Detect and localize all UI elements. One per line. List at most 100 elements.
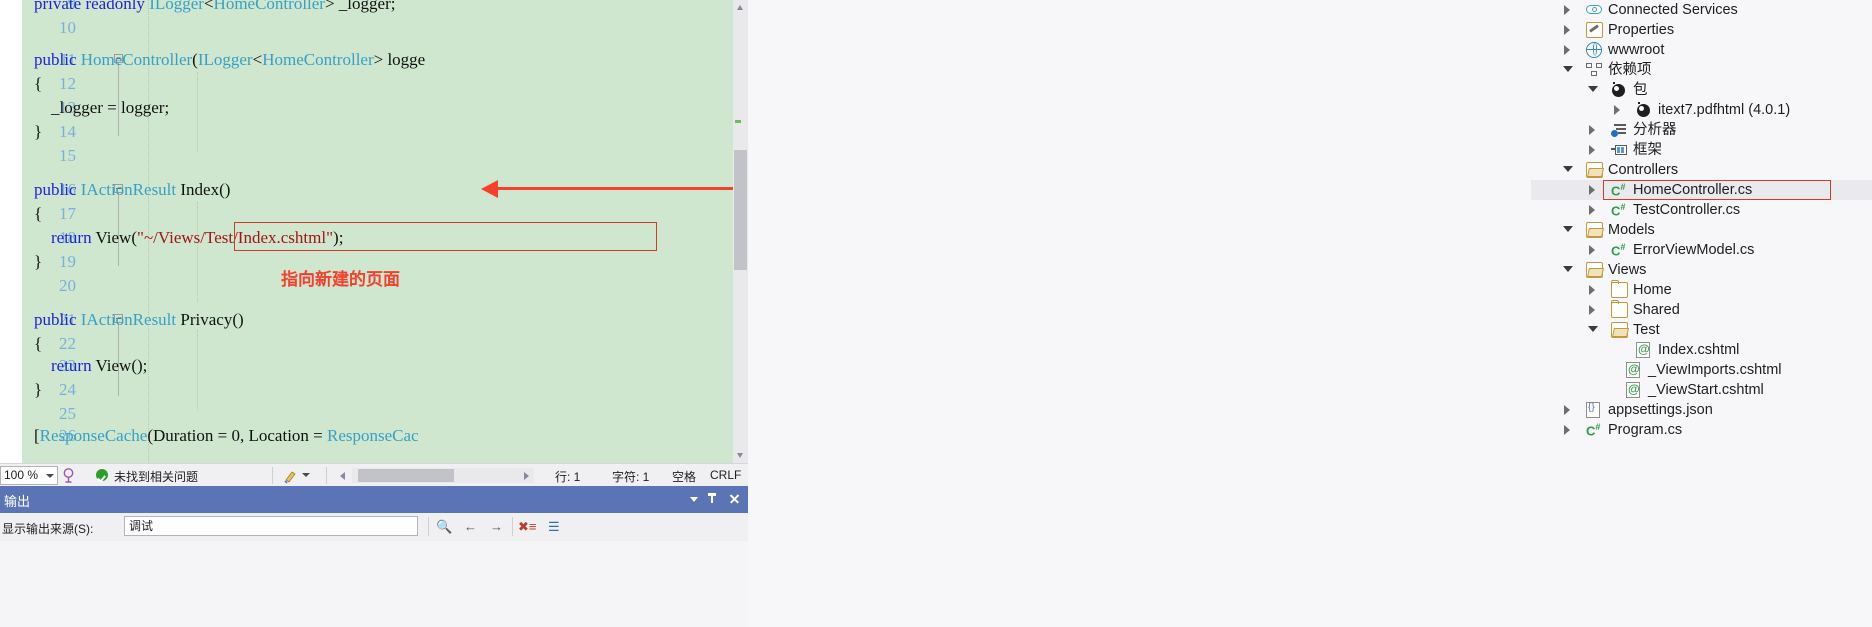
tree-node[interactable]: itext7.pdfhtml (4.0.1) bbox=[1531, 100, 1872, 120]
chevron-down-icon bbox=[737, 453, 743, 458]
tree-node[interactable]: Properties bbox=[1531, 20, 1872, 40]
hscroll-left-arrow[interactable] bbox=[340, 472, 345, 480]
code-line[interactable]: return View(); bbox=[0, 354, 147, 378]
code-line[interactable]: } bbox=[0, 250, 42, 274]
tree-node-label: TestController.cs bbox=[1633, 202, 1741, 218]
code-line[interactable]: _logger = logger; bbox=[0, 96, 169, 120]
folder-open-icon bbox=[1586, 162, 1603, 178]
output-dropdown-button[interactable] bbox=[686, 491, 702, 507]
change-marker bbox=[735, 120, 741, 123]
chevron-down-icon[interactable] bbox=[1563, 66, 1573, 72]
code-line[interactable]: return View("~/Views/Test/Index.cshtml")… bbox=[0, 226, 343, 250]
code-line[interactable]: } bbox=[0, 378, 42, 402]
chevron-right-icon[interactable] bbox=[1589, 125, 1595, 135]
editor-status-bar: 100 % 未找到相关问题 行: 1 字符: 1 空格 CRLF bbox=[0, 463, 748, 486]
code-line[interactable]: { bbox=[0, 72, 42, 96]
tree-node[interactable]: Controllers bbox=[1531, 160, 1872, 180]
code-line[interactable]: public IActionResult Index() bbox=[0, 178, 230, 202]
properties-icon bbox=[1586, 22, 1603, 38]
code-editor-pane: 9 10 11 12 13 14 15 16 17 18 19 20 21 22 23 24 25 26 priv… bbox=[0, 0, 748, 627]
output-source-label: 显示输出来源(S): bbox=[2, 522, 94, 536]
code-text-area[interactable]: 9 10 11 12 13 14 15 16 17 18 19 20 21 22 23 24 25 26 priv… bbox=[0, 0, 748, 463]
chevron-down-icon[interactable] bbox=[1588, 86, 1598, 92]
tree-node[interactable]: Views bbox=[1531, 260, 1872, 280]
scroll-up-button[interactable] bbox=[733, 0, 748, 15]
chevron-right-icon[interactable] bbox=[1589, 205, 1595, 215]
hscroll-right-arrow[interactable] bbox=[524, 472, 529, 480]
code-line[interactable]: [ResponseCache(Duration = 0, Location = … bbox=[0, 424, 419, 448]
find-icon[interactable]: 🔍 bbox=[436, 519, 452, 535]
chevron-right-icon[interactable] bbox=[1589, 185, 1595, 195]
tree-node[interactable]: 依赖项 bbox=[1531, 60, 1872, 80]
chevron-right-icon[interactable] bbox=[1589, 145, 1595, 155]
output-panel: 输出 显示输出来源(S): 调试 🔍 ← → ✖≡ ☰ bbox=[0, 486, 748, 627]
folder-open-icon bbox=[1611, 322, 1628, 338]
arrow-right-icon[interactable]: → bbox=[490, 519, 503, 534]
chevron-down-icon[interactable] bbox=[1563, 166, 1573, 172]
tree-node[interactable]: Models bbox=[1531, 220, 1872, 240]
intellicode-icon[interactable] bbox=[60, 467, 77, 484]
chevron-right-icon[interactable] bbox=[1564, 45, 1570, 55]
toggle-wordwrap-icon[interactable]: ☰ bbox=[548, 519, 560, 535]
zoom-level-combobox[interactable]: 100 % bbox=[0, 466, 58, 485]
scroll-down-button[interactable] bbox=[733, 448, 748, 463]
editor-vertical-scrollbar[interactable] bbox=[733, 0, 748, 463]
tree-node[interactable]: Connected Services bbox=[1531, 0, 1872, 20]
clear-all-icon[interactable]: ✖≡ bbox=[518, 519, 536, 535]
tree-node-selected[interactable]: C# HomeController.cs bbox=[1531, 180, 1872, 200]
tree-node[interactable]: C# Program.cs bbox=[1531, 420, 1872, 440]
chevron-right-icon[interactable] bbox=[1589, 305, 1595, 315]
tree-node-label: itext7.pdfhtml (4.0.1) bbox=[1658, 102, 1791, 118]
output-close-button[interactable] bbox=[726, 491, 742, 507]
chevron-right-icon[interactable] bbox=[1564, 25, 1570, 35]
tree-node[interactable]: 分析器 bbox=[1531, 120, 1872, 140]
code-line[interactable]: public IActionResult Privacy() bbox=[0, 308, 244, 332]
code-line[interactable]: public HomeController(ILogger<HomeContro… bbox=[0, 48, 425, 72]
status-separator bbox=[272, 467, 273, 484]
tree-node[interactable]: C# TestController.cs bbox=[1531, 200, 1872, 220]
code-line[interactable]: } bbox=[0, 120, 42, 144]
chevron-down-icon[interactable] bbox=[1563, 226, 1573, 232]
code-cleanup-icon[interactable] bbox=[283, 468, 299, 484]
tree-node-label: 分析器 bbox=[1633, 122, 1677, 138]
tree-node[interactable]: wwwroot bbox=[1531, 40, 1872, 60]
output-source-combobox[interactable]: 调试 bbox=[124, 516, 418, 536]
code-line[interactable]: { bbox=[0, 332, 42, 356]
code-line[interactable]: { bbox=[0, 202, 42, 226]
tree-node[interactable]: Home bbox=[1531, 280, 1872, 300]
tree-node[interactable]: _ViewStart.cshtml bbox=[1531, 380, 1872, 400]
chevron-right-icon[interactable] bbox=[1564, 5, 1570, 15]
tree-node[interactable]: 包 bbox=[1531, 80, 1872, 100]
tree-node[interactable]: Test bbox=[1531, 320, 1872, 340]
line-number: 15 bbox=[59, 146, 76, 165]
code-line[interactable]: private readonly ILogger<HomeController>… bbox=[0, 0, 395, 16]
scrollbar-thumb[interactable] bbox=[734, 150, 747, 270]
tree-node[interactable]: appsettings.json bbox=[1531, 400, 1872, 420]
tree-node[interactable]: C# ErrorViewModel.cs bbox=[1531, 240, 1872, 260]
tree-node[interactable]: Index.cshtml bbox=[1531, 340, 1872, 360]
tree-node[interactable]: Shared bbox=[1531, 300, 1872, 320]
chevron-down-icon[interactable] bbox=[1563, 266, 1573, 272]
solution-explorer-tree[interactable]: Connected Services Properties wwwroot 依赖项包 i… bbox=[1531, 0, 1872, 627]
output-pin-button[interactable] bbox=[706, 491, 722, 507]
folder-open-icon bbox=[1586, 262, 1603, 278]
chevron-right-icon[interactable] bbox=[1564, 405, 1570, 415]
chevron-down-icon[interactable] bbox=[302, 473, 310, 477]
output-panel-toolbar: 显示输出来源(S): 调试 🔍 ← → ✖≡ ☰ bbox=[0, 513, 748, 541]
char-indicator: 字符: 1 bbox=[612, 470, 650, 484]
package-icon bbox=[1611, 82, 1628, 98]
solution-explorer-pane: Connected Services Properties wwwroot 依赖项包 i… bbox=[748, 0, 1872, 627]
tree-node[interactable]: 框架 bbox=[1531, 140, 1872, 160]
tree-node-label: _ViewStart.cshtml bbox=[1648, 382, 1764, 398]
indent-guide bbox=[197, 330, 198, 410]
chevron-right-icon[interactable] bbox=[1614, 105, 1620, 115]
chevron-right-icon[interactable] bbox=[1589, 285, 1595, 295]
arrow-left-icon[interactable]: ← bbox=[464, 519, 477, 534]
hscrollbar-thumb[interactable] bbox=[358, 469, 454, 482]
tree-node-label: 依赖项 bbox=[1608, 62, 1652, 78]
tree-node[interactable]: _ViewImports.cshtml bbox=[1531, 360, 1872, 380]
chevron-right-icon[interactable] bbox=[1564, 425, 1570, 435]
chevron-right-icon[interactable] bbox=[1589, 245, 1595, 255]
output-panel-title: 输出 bbox=[4, 494, 31, 509]
chevron-down-icon[interactable] bbox=[1588, 326, 1598, 332]
